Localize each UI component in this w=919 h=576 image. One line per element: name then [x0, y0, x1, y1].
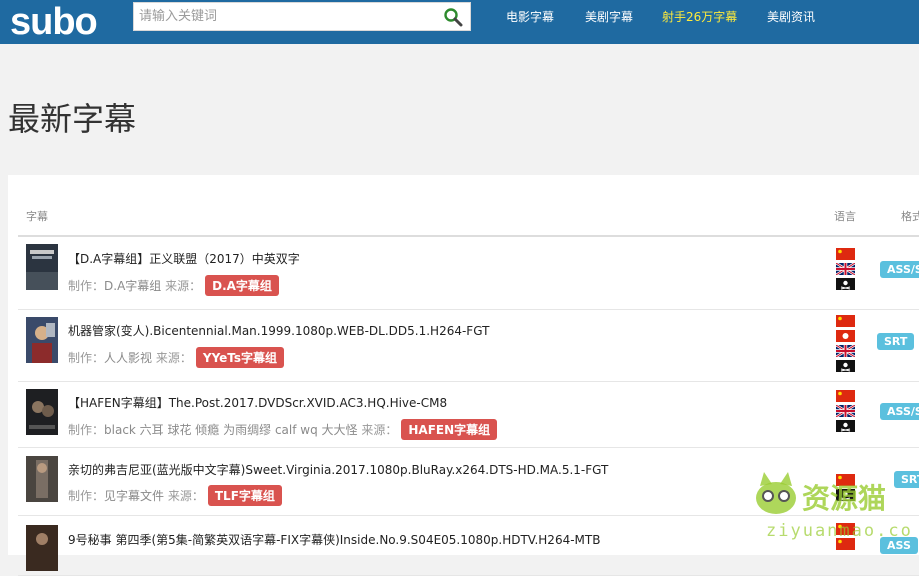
nav-tv-subtitles[interactable]: 美剧字幕	[585, 0, 633, 34]
meta-label: 制作：	[68, 351, 105, 365]
subtitle-title-link[interactable]: 机器管家(变人).Bicentennial.Man.1999.1080p.WEB…	[68, 322, 489, 339]
page-title: 最新字幕	[8, 100, 137, 138]
subtitle-meta: 制作：见字幕文件 来源： TLF字幕组	[68, 485, 282, 506]
pirate-flag-icon	[836, 278, 855, 290]
nav-tv-news[interactable]: 美剧资讯	[767, 0, 815, 34]
meta-label: 制作：	[68, 279, 105, 293]
group-badge[interactable]: YYeTs字幕组	[195, 347, 285, 368]
subtitle-meta: 制作：black 六耳 球花 倾瘾 为雨绸缪 calf wq 大大怪 来源： HA…	[68, 419, 498, 440]
pirate-flag-icon	[836, 420, 855, 432]
pirate-flag-icon	[836, 360, 855, 372]
china-flag-icon	[836, 248, 855, 260]
poster-thumbnail[interactable]	[26, 244, 58, 290]
subtitle-meta: 制作：D.A字幕组 来源： D.A字幕组	[68, 275, 279, 296]
credits: D.A字幕组	[104, 279, 162, 293]
watermark-logo: 资源猫 ziyuanmao.com	[756, 472, 912, 541]
search-input[interactable]	[134, 3, 444, 30]
column-header-subtitle: 字幕	[26, 210, 48, 223]
uk-flag-icon	[836, 405, 855, 417]
poster-thumbnail[interactable]	[26, 525, 58, 571]
source-label: 来源：	[167, 489, 204, 503]
search-box	[133, 2, 471, 31]
nav-movie-subtitles[interactable]: 电影字幕	[506, 0, 554, 34]
china-flag-icon	[836, 315, 855, 327]
watermark-text: 资源猫	[802, 482, 886, 515]
meta-label: 制作：	[68, 489, 105, 503]
source-label: 来源：	[155, 351, 192, 365]
table-row: 【D.A字幕组】正义联盟（2017）中英双字 制作：D.A字幕组 来源： D.A字…	[18, 237, 919, 310]
group-badge[interactable]: HAFEN字幕组	[401, 419, 498, 440]
subtitle-meta: 制作：人人影视 来源： YYeTs字幕组	[68, 347, 285, 368]
source-label: 来源：	[361, 423, 398, 437]
search-icon[interactable]	[442, 7, 464, 27]
credits: 人人影视	[104, 351, 153, 365]
group-badge[interactable]: D.A字幕组	[205, 275, 279, 296]
poster-thumbnail[interactable]	[26, 389, 58, 435]
subtitle-title-link[interactable]: 亲切的弗吉尼亚(蓝光版中文字幕)Sweet.Virginia.2017.1080…	[68, 461, 608, 478]
uk-flag-icon	[836, 345, 855, 357]
format-badge[interactable]: SRT	[877, 333, 915, 350]
format-badge[interactable]: ASS/S	[880, 261, 919, 278]
hong-kong-flag-icon	[836, 330, 855, 342]
format-badge[interactable]: ASS/S	[880, 403, 919, 420]
site-logo[interactable]: subo	[10, 0, 114, 44]
top-navigation-bar: subo 电影字幕 美剧字幕 射手26万字幕 美剧资讯	[0, 0, 919, 44]
subtitle-title-link[interactable]: 【D.A字幕组】正义联盟（2017）中英双字	[68, 250, 300, 267]
group-badge[interactable]: TLF字幕组	[207, 485, 282, 506]
subtitle-title-link[interactable]: 【HAFEN字幕组】The.Post.2017.DVDScr.XVID.AC3.…	[68, 394, 447, 411]
credits: 见字幕文件	[104, 489, 165, 503]
column-header-language: 语言	[834, 210, 856, 223]
credits: black 六耳 球花 倾瘾 为雨绸缪 calf wq 大大怪	[104, 423, 358, 437]
table-row: 【HAFEN字幕组】The.Post.2017.DVDScr.XVID.AC3.…	[18, 381, 919, 448]
meta-label: 制作：	[68, 423, 105, 437]
uk-flag-icon	[836, 263, 855, 275]
source-label: 来源：	[165, 279, 202, 293]
column-header-format: 格式	[901, 210, 919, 223]
table-row: 机器管家(变人).Bicentennial.Man.1999.1080p.WEB…	[18, 309, 919, 382]
poster-thumbnail[interactable]	[26, 456, 58, 502]
poster-thumbnail[interactable]	[26, 317, 58, 363]
subtitle-title-link[interactable]: 9号秘事 第四季(第5集-简繁英双语字幕-FIX字幕侠)Inside.No.9.…	[68, 531, 600, 548]
watermark-url: ziyuanmao.com	[766, 521, 912, 541]
nav-shooter-subtitles[interactable]: 射手26万字幕	[662, 0, 737, 34]
china-flag-icon	[836, 390, 855, 402]
